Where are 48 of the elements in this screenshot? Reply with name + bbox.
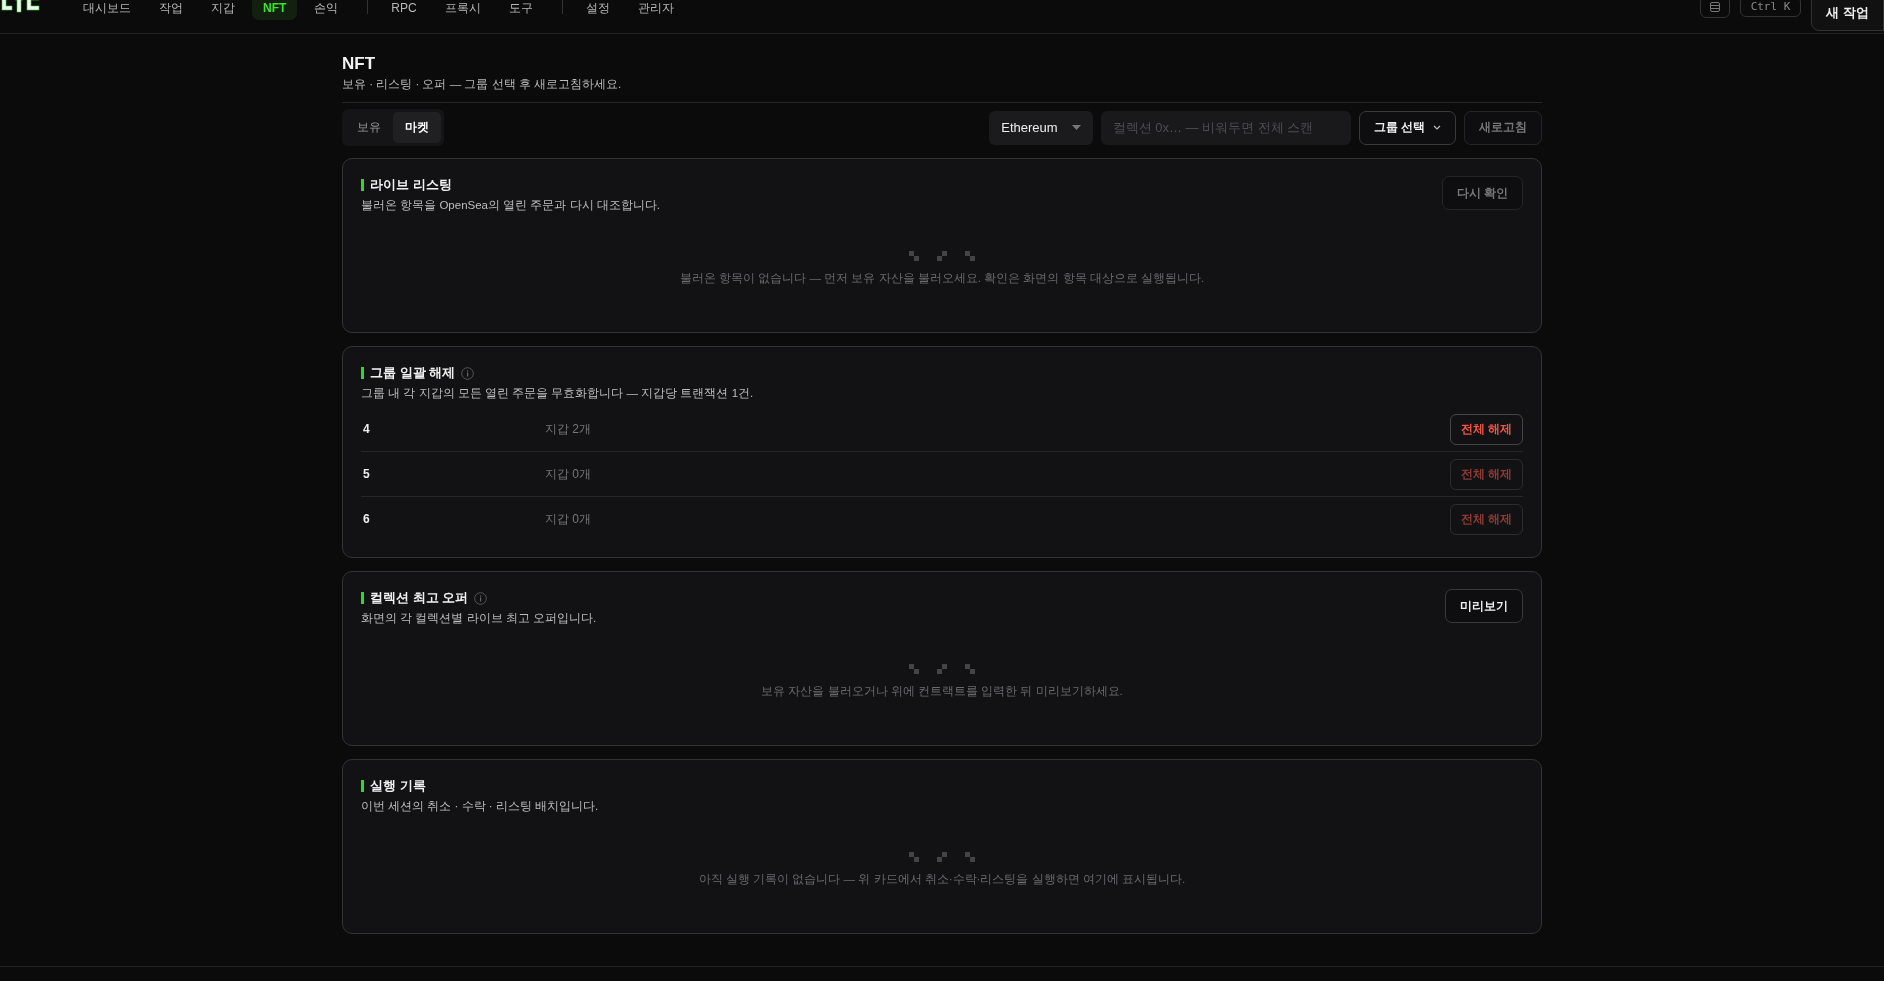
nav-link[interactable]: 손익 [303,0,350,20]
loading-dots-icon [909,852,975,862]
card-title: 그룹 일괄 해제 [370,364,456,382]
revoke-all-button[interactable]: 전체 해제 [1449,413,1523,445]
shortcut-hint[interactable]: Ctrl K [1739,0,1802,17]
layout-button[interactable] [1699,0,1730,18]
nav-link[interactable]: 작업 [148,0,194,20]
wallet-count: 지갑 2개 [545,420,592,438]
group-name: 5 [362,467,371,481]
page-title: NFT [342,54,377,74]
list-icon [1709,2,1720,12]
nav-link[interactable]: 설정 [574,0,621,20]
loading-dots-icon [909,251,975,261]
nav-link[interactable]: 도구 [497,0,544,20]
accent-bar [361,179,364,191]
card-description: 화면의 각 컬렉션별 라이브 최고 오퍼입니다. [361,611,598,626]
accent-bar [361,367,364,379]
nav-link[interactable]: RPC [380,0,428,20]
card-description: 그룹 내 각 지갑의 모든 열린 주문을 무효화합니다 — 지갑당 트랜잭션 1건. [361,386,755,401]
card-description: 불러온 항목을 OpenSea의 열린 주문과 다시 대조합니다. [361,198,661,213]
card-title: 컬렉션 최고 오퍼 [370,589,469,607]
group-select[interactable]: 그룹 선택 [1358,110,1456,145]
empty-message: 보유 자산을 불러오거나 위에 컨트랙트를 입력한 뒤 미리보기하세요. [761,684,1123,699]
wallet-count: 지갑 0개 [545,465,592,483]
card-description: 이번 세션의 취소 · 수락 · 리스팅 배치입니다. [361,799,600,814]
card-title: 실행 기록 [370,777,426,795]
caret-icon [1071,124,1081,131]
nav-link[interactable]: 대시보드 [72,0,142,20]
accent-bar [361,780,364,792]
empty-message: 불러온 항목이 없습니다 — 먼저 보유 자산을 불러오세요. 확인은 화면의 항목 대상으로 실행됩니다. [679,271,1205,286]
tab[interactable]: 보유 [345,112,393,143]
card-title: 라이브 리스팅 [370,176,452,194]
group-name: 4 [362,422,371,436]
card-action-button[interactable]: 미리보기 [1445,589,1523,623]
wallet-count: 지갑 0개 [545,510,592,528]
loading-dots-icon [909,664,975,674]
nav-link[interactable]: 프록시 [433,0,492,20]
group-name: 6 [362,512,371,526]
empty-message: 아직 실행 기록이 없습니다 — 위 카드에서 취소·수락·리스팅을 실행하면 여기에 표시됩니다. [698,872,1186,887]
new-task-button[interactable]: 새 작업 [1811,0,1884,31]
chain-select[interactable]: Ethereum [989,110,1093,145]
accent-bar [361,592,364,604]
nav-link[interactable]: 관리자 [626,0,685,20]
chevron-down-icon [1433,125,1441,130]
page-subtitle: 보유 · 리스팅 · 오퍼 — 그룹 선택 후 새로고침하세요. [342,77,623,92]
nav-link[interactable]: 지갑 [200,0,246,20]
tab[interactable]: 마켓 [393,112,441,143]
nav-link[interactable]: NFT [252,0,298,20]
